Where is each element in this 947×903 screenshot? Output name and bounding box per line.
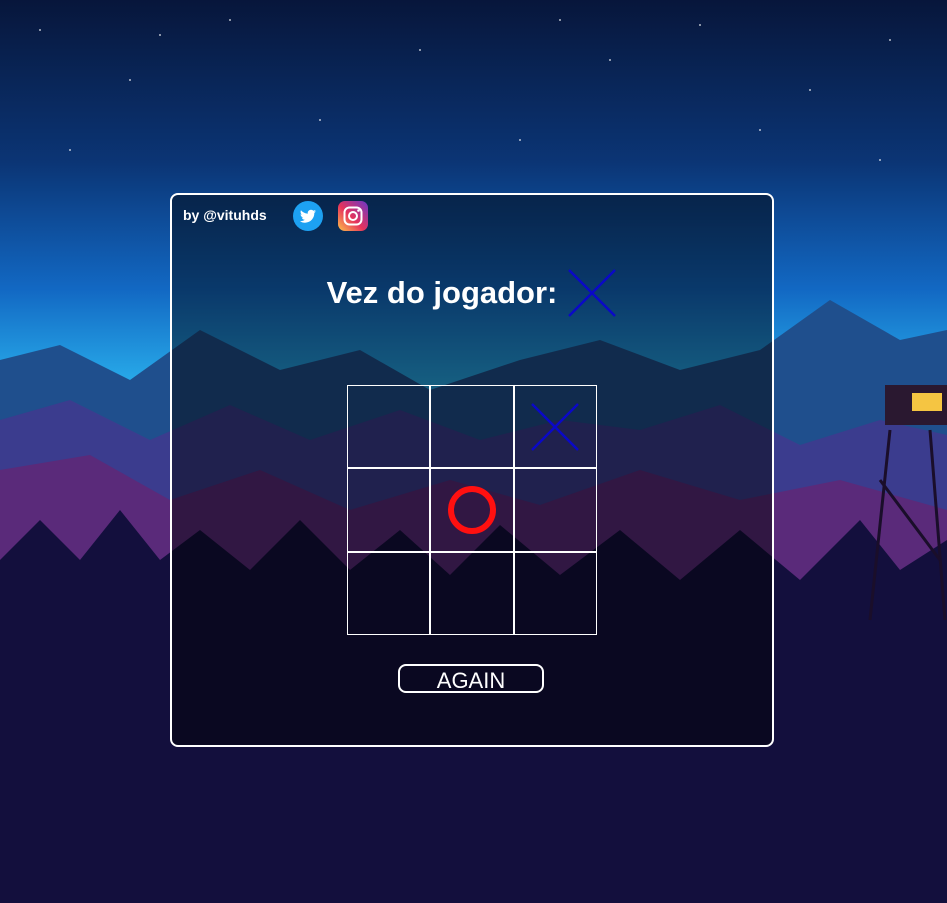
board-cell[interactable]: O <box>430 468 514 552</box>
board-cell[interactable] <box>430 551 514 635</box>
board-cell[interactable] <box>430 385 514 469</box>
board-cell[interactable] <box>347 468 431 552</box>
current-player-x-icon <box>568 269 617 317</box>
twitter-icon[interactable] <box>293 201 323 231</box>
x-mark-icon <box>531 402 580 451</box>
instagram-icon[interactable] <box>338 201 368 231</box>
board-cell[interactable] <box>347 551 431 635</box>
again-button[interactable]: AGAIN <box>398 664 544 693</box>
turn-indicator: Vez do jogador: <box>172 263 772 323</box>
board-cell[interactable]: X <box>513 385 597 469</box>
author-credit: by @vituhds <box>183 207 267 223</box>
board-cell[interactable] <box>513 551 597 635</box>
board-cell[interactable] <box>513 468 597 552</box>
game-panel: by @vituhds Vez do jogador: XO AGAIN <box>170 193 774 747</box>
board-cell[interactable] <box>347 385 431 469</box>
o-mark-icon <box>447 485 496 534</box>
turn-label: Vez do jogador: <box>326 275 558 310</box>
game-board: XO <box>347 385 597 635</box>
